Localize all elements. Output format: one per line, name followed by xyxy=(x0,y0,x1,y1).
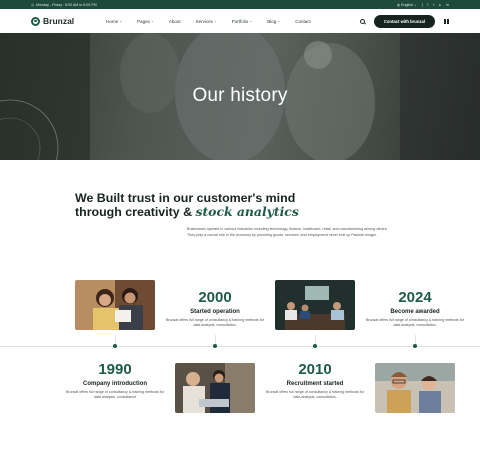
timeline-title: Recruitment started xyxy=(286,381,344,387)
language-selector[interactable]: ◍ English ⌄ xyxy=(397,3,417,7)
timeline-title: Company introduction xyxy=(83,381,147,387)
office-photo xyxy=(175,363,255,413)
facebook-icon[interactable]: f xyxy=(427,3,428,7)
search-icon[interactable] xyxy=(359,18,365,24)
colleagues-photo xyxy=(375,363,455,413)
nav-item-services[interactable]: Services ⌄ xyxy=(196,19,217,24)
main-header: Brunzal Home ⌄ Pages ⌄ About Services ⌄ Por… xyxy=(0,9,480,33)
divider xyxy=(421,2,423,7)
timeline-card: 2010 Recruitment started Brunzal offers … xyxy=(265,361,365,400)
intro-heading-accent: stock analytics xyxy=(195,204,299,219)
nav-label: About xyxy=(168,18,181,24)
intro-paragraph: Businesses operate in various industries… xyxy=(187,227,388,237)
timeline-description: Brunzal offers full range of consultancy… xyxy=(265,390,364,399)
timeline-card: 2000 Started operation Brunzal offers fu… xyxy=(165,289,265,328)
main-nav: Home ⌄ Pages ⌄ About Services ⌄ Portfolio ⌄ … xyxy=(106,19,311,24)
meeting-photo xyxy=(275,280,355,330)
timeline-description: Brunzal offers full range of consultancy… xyxy=(165,318,264,327)
twitter-icon[interactable]: t xyxy=(433,3,434,7)
clock-icon: ◷ xyxy=(31,2,35,7)
timeline-dot xyxy=(313,335,317,348)
nav-label: Contact xyxy=(295,18,311,24)
team-photo xyxy=(75,280,155,330)
linkedin-icon[interactable]: in xyxy=(446,3,449,7)
chevron-down-icon: ⌄ xyxy=(413,2,417,7)
nav-item-portfolio[interactable]: Portfolio ⌄ xyxy=(232,19,252,24)
top-info-bar: ◷ Monday - Friday : 8:00 AM to 6:00 PM ◍… xyxy=(0,0,480,9)
nav-item-blog[interactable]: Blog ⌄ xyxy=(267,19,280,24)
timeline-dot xyxy=(413,335,417,348)
timeline-card: 1990 Company introduction Brunzal offers… xyxy=(65,361,165,400)
nav-item-pages[interactable]: Pages ⌄ xyxy=(137,19,154,24)
chevron-down-icon: ⌄ xyxy=(150,19,154,23)
nav-label: Blog xyxy=(267,18,277,24)
page-title: Our history xyxy=(192,85,288,106)
logo-text: Brunzal xyxy=(43,16,75,26)
intro-heading-line1: We Built trust in our customer's mind xyxy=(75,191,296,205)
timeline-year: 2024 xyxy=(398,289,432,306)
timeline-description: Brunzal offers full range of consultancy… xyxy=(365,318,464,327)
nav-item-home[interactable]: Home ⌄ xyxy=(106,19,122,24)
business-hours: Monday - Friday : 8:00 AM to 6:00 PM xyxy=(36,2,97,7)
nav-label: Home xyxy=(106,18,119,24)
nav-item-contact[interactable]: Contact xyxy=(295,19,311,24)
language-label: English xyxy=(401,2,413,7)
timeline-dot xyxy=(113,335,117,348)
contact-button[interactable]: Contact with brunzal xyxy=(373,14,435,28)
timeline-year: 2000 xyxy=(198,289,232,306)
nav-label: Services xyxy=(195,18,213,24)
logo-mark-icon xyxy=(31,16,40,26)
intro-heading-plain: through creativity & xyxy=(75,205,196,219)
menu-grid-icon[interactable] xyxy=(444,18,449,24)
nav-item-about[interactable]: About xyxy=(169,19,181,24)
chevron-down-icon: ⌄ xyxy=(249,19,253,23)
timeline-description: Brunzal offers full range of consultancy… xyxy=(65,390,164,399)
hero-banner: Our history xyxy=(0,33,480,160)
timeline-year: 2010 xyxy=(298,361,332,378)
timeline-title: Started operation xyxy=(190,309,240,315)
youtube-icon[interactable]: ▸ xyxy=(439,3,441,7)
chevron-down-icon: ⌄ xyxy=(119,19,123,23)
timeline-dot xyxy=(213,335,217,348)
timeline-line xyxy=(0,346,480,347)
chevron-down-icon: ⌄ xyxy=(277,19,281,23)
nav-label: Pages xyxy=(137,18,150,24)
globe-icon: ◍ xyxy=(396,2,401,7)
timeline-card: 2024 Become awarded Brunzal offers full … xyxy=(365,289,465,328)
intro-heading: We Built trust in our customer's mind th… xyxy=(75,191,299,219)
timeline-year: 1990 xyxy=(98,361,132,378)
nav-label: Portfolio xyxy=(231,18,249,24)
chevron-down-icon: ⌄ xyxy=(213,19,217,23)
logo[interactable]: Brunzal xyxy=(31,16,74,26)
timeline-title: Become awarded xyxy=(390,309,440,315)
intro-heading-line2: through creativity & stock analytics xyxy=(75,204,299,220)
